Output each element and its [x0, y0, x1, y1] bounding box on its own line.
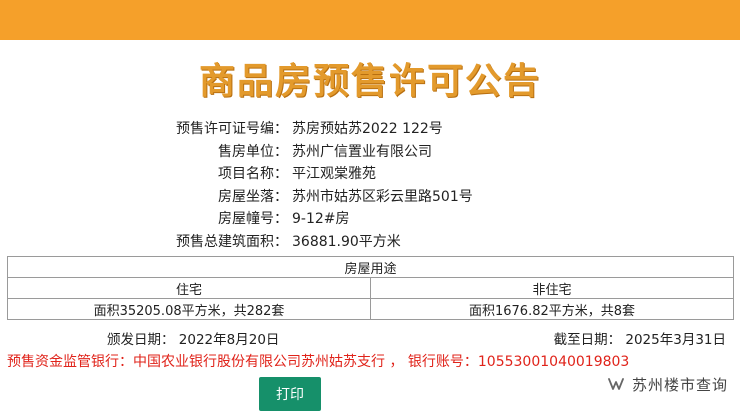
top-bar	[0, 0, 740, 40]
wechat-channel-icon	[608, 378, 624, 390]
info-value: 9-12#房	[292, 211, 350, 227]
table-row: 面积35205.08平方米，共282套 面积1676.82平方米，共8套	[7, 298, 734, 320]
usage-header: 房屋用途	[7, 256, 734, 278]
info-row-location: 房屋坐落： 苏州市姑苏区彩云里路501号	[60, 186, 680, 209]
info-row-total-area: 预售总建筑面积： 36881.90平方米	[60, 231, 680, 254]
info-label: 房屋坐落：	[218, 188, 288, 205]
column-non-residential: 非住宅	[370, 277, 734, 299]
info-row-project: 项目名称： 平江观棠雅苑	[60, 163, 680, 186]
info-value: 平江观棠雅苑	[292, 166, 376, 182]
dates-row: 颁发日期： 2022年8月20日 截至日期： 2025年3月31日	[0, 328, 740, 348]
info-value: 苏州广信置业有限公司	[292, 143, 432, 160]
expire-date: 截至日期： 2025年3月31日	[553, 332, 726, 348]
info-row-permit-no: 预售许可证号编： 苏房预姑苏2022 122号	[60, 118, 680, 141]
info-label: 项目名称：	[218, 166, 288, 182]
info-label: 预售许可证号编：	[176, 121, 288, 137]
supervision-bank: 预售资金监管银行：中国农业银行股份有限公司苏州姑苏支行 ， 银行账号：10553…	[7, 354, 630, 370]
non-residential-value: 面积1676.82平方米，共8套	[370, 298, 734, 320]
print-button[interactable]: 打印	[259, 377, 321, 411]
table-header-row: 房屋用途	[7, 256, 734, 278]
permit-info: 预售许可证号编： 苏房预姑苏2022 122号 售房单位： 苏州广信置业有限公司…	[60, 118, 680, 253]
info-value: 苏州市姑苏区彩云里路501号	[292, 188, 473, 205]
info-row-seller: 售房单位： 苏州广信置业有限公司	[60, 141, 680, 164]
usage-table: 房屋用途 住宅 非住宅 面积35205.08平方米，共282套 面积1676.8…	[7, 256, 734, 320]
watermark: 苏州楼市查询	[606, 372, 728, 396]
info-label: 售房单位：	[218, 143, 288, 160]
info-label: 房屋幢号：	[218, 211, 288, 227]
info-row-building: 房屋幢号： 9-12#房	[60, 208, 680, 231]
info-label: 预售总建筑面积：	[176, 233, 288, 250]
residential-value: 面积35205.08平方米，共282套	[7, 298, 371, 320]
info-value: 36881.90平方米	[292, 233, 401, 250]
table-row: 住宅 非住宅	[7, 277, 734, 299]
column-residential: 住宅	[7, 277, 371, 299]
issue-date: 颁发日期： 2022年8月20日	[107, 332, 280, 348]
watermark-text: 苏州楼市查询	[631, 375, 728, 394]
info-value: 苏房预姑苏2022 122号	[292, 121, 443, 137]
page-title: 商品房预售许可公告	[198, 60, 541, 102]
